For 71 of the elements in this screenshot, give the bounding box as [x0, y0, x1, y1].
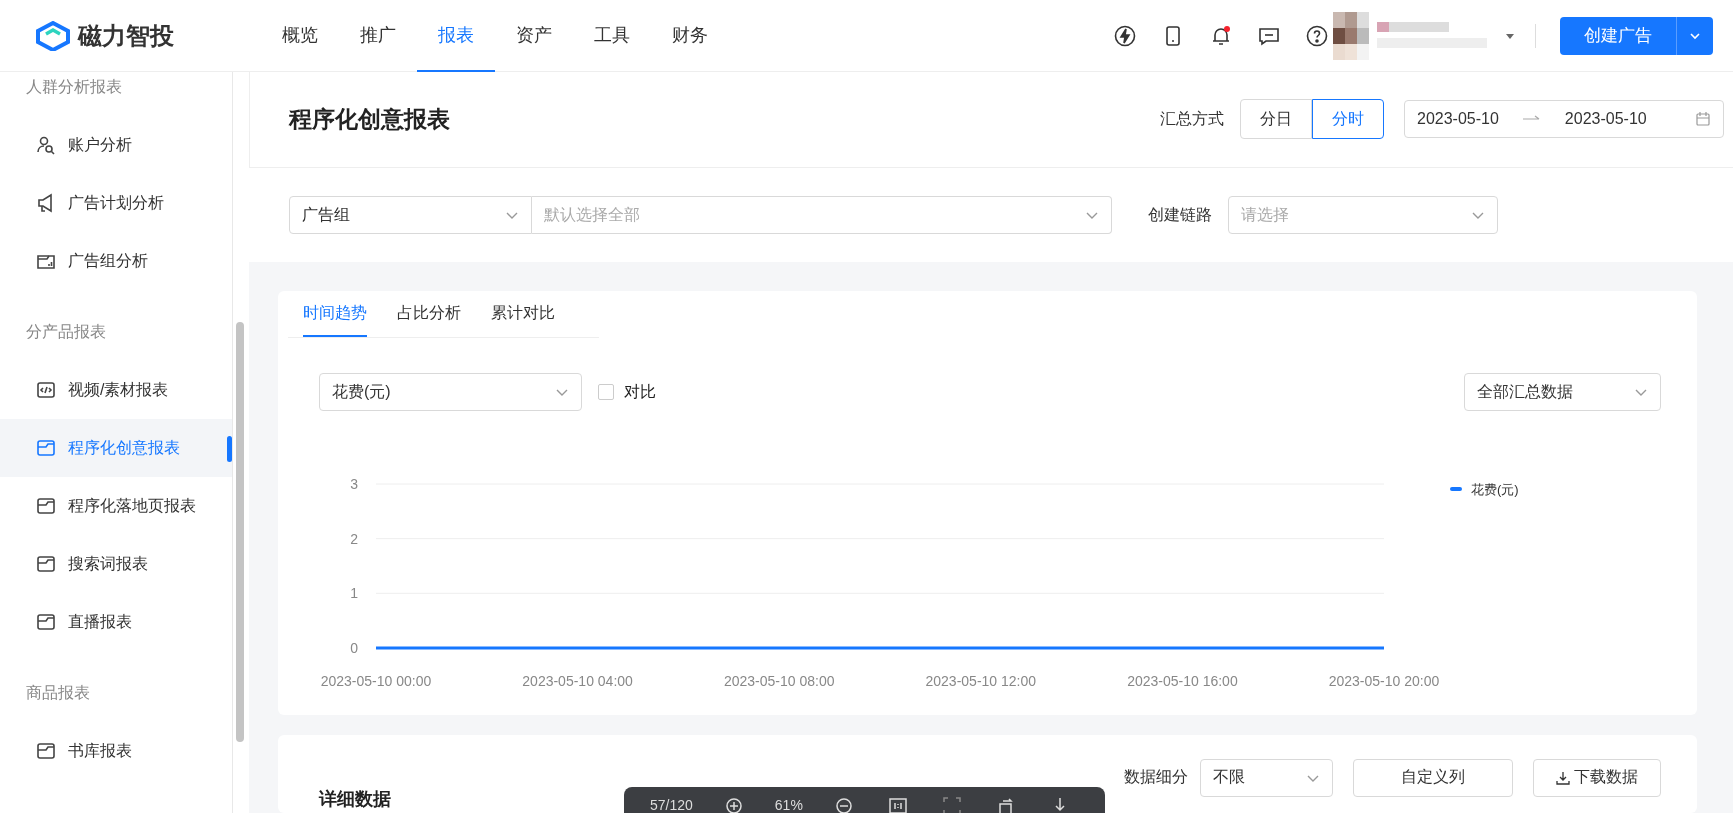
custom-columns-button[interactable]: 自定义列 — [1353, 758, 1513, 797]
nav-tab[interactable]: 工具 — [573, 0, 651, 72]
sidebar-item[interactable]: 视频/素材报表 — [0, 361, 232, 419]
avatar[interactable] — [1333, 11, 1369, 60]
person-search-icon — [36, 135, 56, 155]
x-tick-label: 2023-05-10 12:00 — [925, 673, 1037, 690]
zoom-level: 61% — [774, 797, 803, 813]
nav-tab[interactable]: 资产 — [495, 0, 573, 72]
folder-icon — [36, 554, 56, 574]
lightning-icon[interactable] — [1113, 23, 1137, 48]
sidebar-item[interactable]: 广告计划分析 — [0, 174, 232, 232]
breakdown-label: 数据细分 — [1124, 767, 1188, 788]
sidebar-item[interactable]: 书库报表 — [0, 722, 232, 780]
brand-name: 磁力智投 — [78, 20, 174, 51]
date-range-field[interactable]: 2023-05-10 2023-05-10 — [1404, 100, 1724, 139]
sidebar-item[interactable]: 程序化创意报表 — [0, 419, 232, 477]
y-tick-label: 1 — [350, 585, 358, 602]
folder-icon — [36, 438, 56, 458]
legend-swatch — [1450, 487, 1462, 492]
group-select[interactable]: 广告组 — [289, 196, 532, 234]
zoom-out-icon[interactable] — [834, 797, 853, 813]
download-icon — [1556, 770, 1570, 785]
tab[interactable]: 占比分析 — [397, 291, 461, 338]
help-icon[interactable] — [1305, 23, 1329, 48]
tab[interactable]: 累计对比 — [491, 291, 555, 338]
sidebar-section-title: 人群分析报表 — [26, 76, 122, 97]
nav-tab[interactable]: 概览 — [261, 0, 339, 72]
sidebar-item[interactable]: 广告组分析 — [0, 232, 232, 290]
section-title: 详细数据 — [319, 787, 391, 811]
folder-icon — [36, 496, 56, 516]
folder-icon — [36, 612, 56, 632]
scope-select[interactable]: 全部汇总数据 — [1464, 373, 1661, 412]
download-button[interactable]: 下载数据 — [1533, 758, 1661, 797]
nav-tab[interactable]: 推广 — [339, 0, 417, 72]
code-icon — [36, 380, 56, 400]
metric-select[interactable]: 花费(元) — [319, 373, 582, 412]
page-counter: 57/120 — [650, 797, 693, 813]
folder-icon — [36, 741, 56, 761]
tab[interactable]: 时间趋势 — [303, 291, 367, 338]
summary-label: 汇总方式 — [1160, 108, 1224, 129]
sidebar-section-title: 商品报表 — [26, 682, 90, 703]
link-label: 创建链路 — [1148, 204, 1212, 225]
checkbox[interactable] — [598, 384, 614, 401]
actual-size-icon[interactable] — [888, 797, 907, 813]
segment-option[interactable]: 分时 — [1312, 99, 1384, 140]
y-tick-label: 2 — [350, 531, 358, 547]
scrollbar[interactable] — [236, 322, 244, 742]
y-tick-label: 0 — [350, 640, 358, 657]
nav-tab[interactable]: 财务 — [651, 0, 729, 72]
sidebar-item[interactable]: 程序化落地页报表 — [0, 477, 232, 535]
breakdown-select[interactable]: 不限 — [1200, 758, 1333, 797]
create-menu-button[interactable] — [1676, 16, 1713, 55]
x-tick-label: 2023-05-10 16:00 — [1127, 673, 1238, 690]
create-ad-button[interactable]: 创建广告 — [1560, 16, 1676, 55]
zoom-in-icon[interactable] — [724, 797, 743, 813]
page-title: 程序化创意报表 — [289, 104, 450, 134]
x-tick-label: 2023-05-10 04:00 — [522, 673, 633, 690]
x-tick-label: 2023-05-10 08:00 — [723, 673, 835, 690]
sidebar-item[interactable]: 搜索词报表 — [0, 535, 232, 593]
legend-label: 花费(元) — [1471, 482, 1519, 498]
rotate-icon[interactable] — [996, 797, 1015, 813]
sidebar-section-title: 分产品报表 — [26, 321, 106, 342]
x-tick-label: 2023-05-10 00:00 — [320, 673, 432, 690]
x-tick-label: 2023-05-10 20:00 — [1328, 673, 1440, 690]
sidebar-item[interactable]: 账户分析 — [0, 116, 232, 174]
segment-option[interactable]: 分日 — [1240, 99, 1312, 140]
logo-icon — [36, 20, 70, 51]
checkbox-label: 对比 — [624, 381, 656, 402]
sidebar-item[interactable]: 直播报表 — [0, 593, 232, 651]
calendar-icon — [1695, 111, 1711, 128]
y-tick-label: 3 — [350, 476, 358, 493]
